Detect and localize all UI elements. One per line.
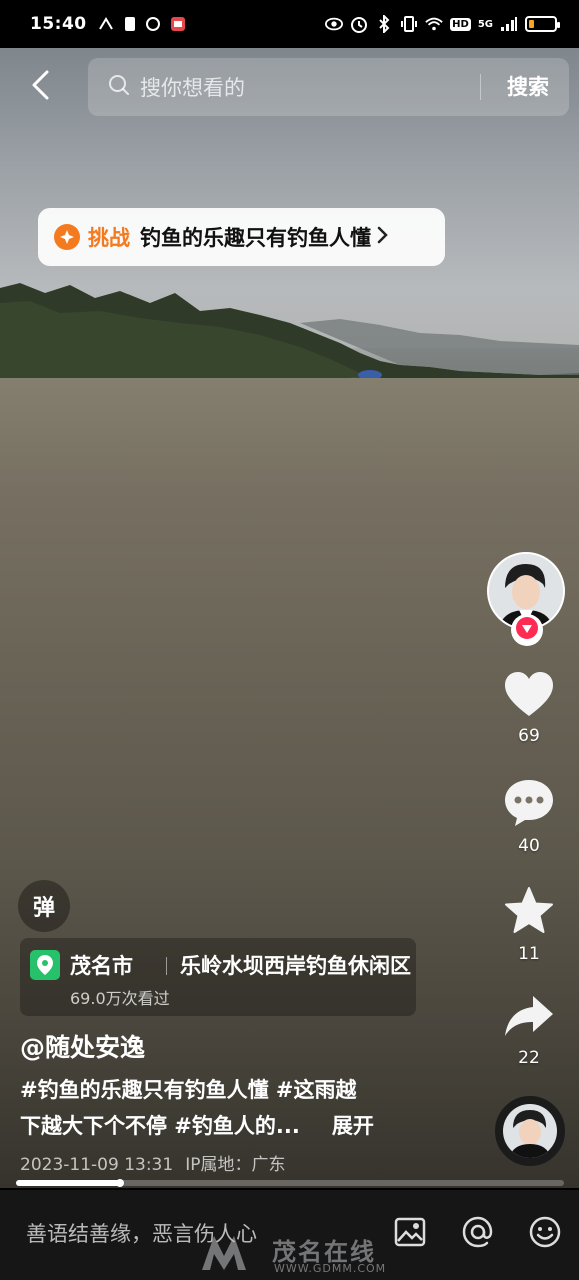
danmaku-toggle[interactable]: 弹 bbox=[18, 880, 70, 932]
back-button[interactable] bbox=[0, 58, 80, 116]
wifi-icon bbox=[425, 15, 443, 33]
battery-icon bbox=[525, 16, 560, 32]
watermark: 茂名在线 WWW.GDMM.COM bbox=[200, 1230, 400, 1276]
video-caption: #钓鱼的乐趣只有钓鱼人懂 #这雨越 下越大下个不停 #钓鱼人的... 展开 bbox=[20, 1072, 420, 1144]
caption-line-1[interactable]: #钓鱼的乐趣只有钓鱼人懂 #这雨越 bbox=[20, 1072, 420, 1108]
eye-icon bbox=[325, 15, 344, 33]
search-button[interactable]: 搜索 bbox=[507, 58, 549, 116]
nfc-icon bbox=[97, 15, 115, 33]
video-progress-bar[interactable] bbox=[16, 1179, 564, 1187]
location-card[interactable]: 茂名市 乐岭水坝西岸钓鱼休闲区 69.0万次看过 bbox=[20, 938, 416, 1016]
chevron-right-icon bbox=[377, 226, 389, 248]
location-place: 乐岭水坝西岸钓鱼休闲区 bbox=[180, 954, 411, 978]
star-icon bbox=[503, 887, 555, 940]
comment-button[interactable]: 40 bbox=[479, 778, 579, 856]
caption-line-2[interactable]: 下越大下个不停 #钓鱼人的... bbox=[20, 1108, 300, 1144]
follow-button[interactable] bbox=[511, 614, 543, 646]
share-icon bbox=[503, 996, 555, 1044]
author-name[interactable]: @随处安逸 bbox=[20, 1028, 145, 1064]
location-views: 69.0万次看过 bbox=[70, 989, 170, 1008]
comment-icon bbox=[503, 780, 555, 832]
heart-icon bbox=[503, 672, 555, 722]
ip-location: IP属地：广东 bbox=[185, 1155, 286, 1175]
expand-button[interactable]: 展开 bbox=[332, 1108, 374, 1144]
danmaku-label: 弹 bbox=[32, 896, 55, 921]
follow-check-icon bbox=[516, 617, 538, 643]
back-arrow-icon bbox=[30, 69, 50, 105]
challenge-title: 钓鱼的乐趣只有钓鱼人懂 bbox=[140, 226, 371, 250]
music-disc[interactable] bbox=[495, 1096, 565, 1166]
location-city: 茂名市 bbox=[70, 954, 133, 978]
like-count: 69 bbox=[518, 726, 540, 746]
app-notification-icon bbox=[169, 15, 187, 33]
post-date: 2023-11-09 13:31 bbox=[20, 1155, 174, 1175]
chat-icon bbox=[145, 15, 163, 33]
location-pin-icon bbox=[30, 950, 60, 980]
alarm-icon bbox=[350, 15, 368, 33]
favorite-button[interactable]: 11 bbox=[479, 886, 579, 964]
share-button[interactable]: 22 bbox=[479, 994, 579, 1068]
bluetooth-icon bbox=[375, 15, 393, 33]
progress-knob[interactable] bbox=[116, 1179, 125, 1187]
signal-icon bbox=[500, 15, 518, 33]
watermark-url: WWW.GDMM.COM bbox=[274, 1262, 387, 1275]
network-label: 5G bbox=[477, 18, 493, 30]
at-icon[interactable] bbox=[458, 1212, 498, 1252]
challenge-tag: 挑战 bbox=[88, 226, 130, 250]
challenge-banner[interactable]: 挑战 钓鱼的乐趣只有钓鱼人懂 bbox=[38, 208, 445, 266]
star-badge-icon bbox=[54, 224, 80, 250]
top-bar: 搜你想看的 搜索 bbox=[0, 58, 579, 116]
like-button[interactable]: 69 bbox=[479, 670, 579, 746]
search-input[interactable]: 搜你想看的 搜索 bbox=[88, 58, 569, 116]
progress-fill bbox=[16, 1180, 121, 1186]
hd-badge: HD bbox=[450, 17, 471, 31]
sim-icon bbox=[121, 15, 139, 33]
location-separator bbox=[166, 957, 167, 975]
search-divider bbox=[480, 74, 481, 100]
vibrate-icon bbox=[400, 15, 418, 33]
comment-count: 40 bbox=[518, 836, 540, 856]
share-count: 22 bbox=[518, 1048, 540, 1068]
status-time: 15:40 bbox=[30, 14, 87, 34]
favorite-count: 11 bbox=[518, 944, 540, 964]
search-placeholder: 搜你想看的 bbox=[140, 76, 245, 100]
watermark-logo-icon bbox=[202, 1236, 246, 1270]
emoji-icon[interactable] bbox=[525, 1212, 565, 1252]
search-icon bbox=[108, 74, 130, 100]
post-meta: 2023-11-09 13:31 IP属地：广东 bbox=[20, 1150, 285, 1175]
status-bar: 15:40 HD 5G bbox=[0, 0, 579, 48]
